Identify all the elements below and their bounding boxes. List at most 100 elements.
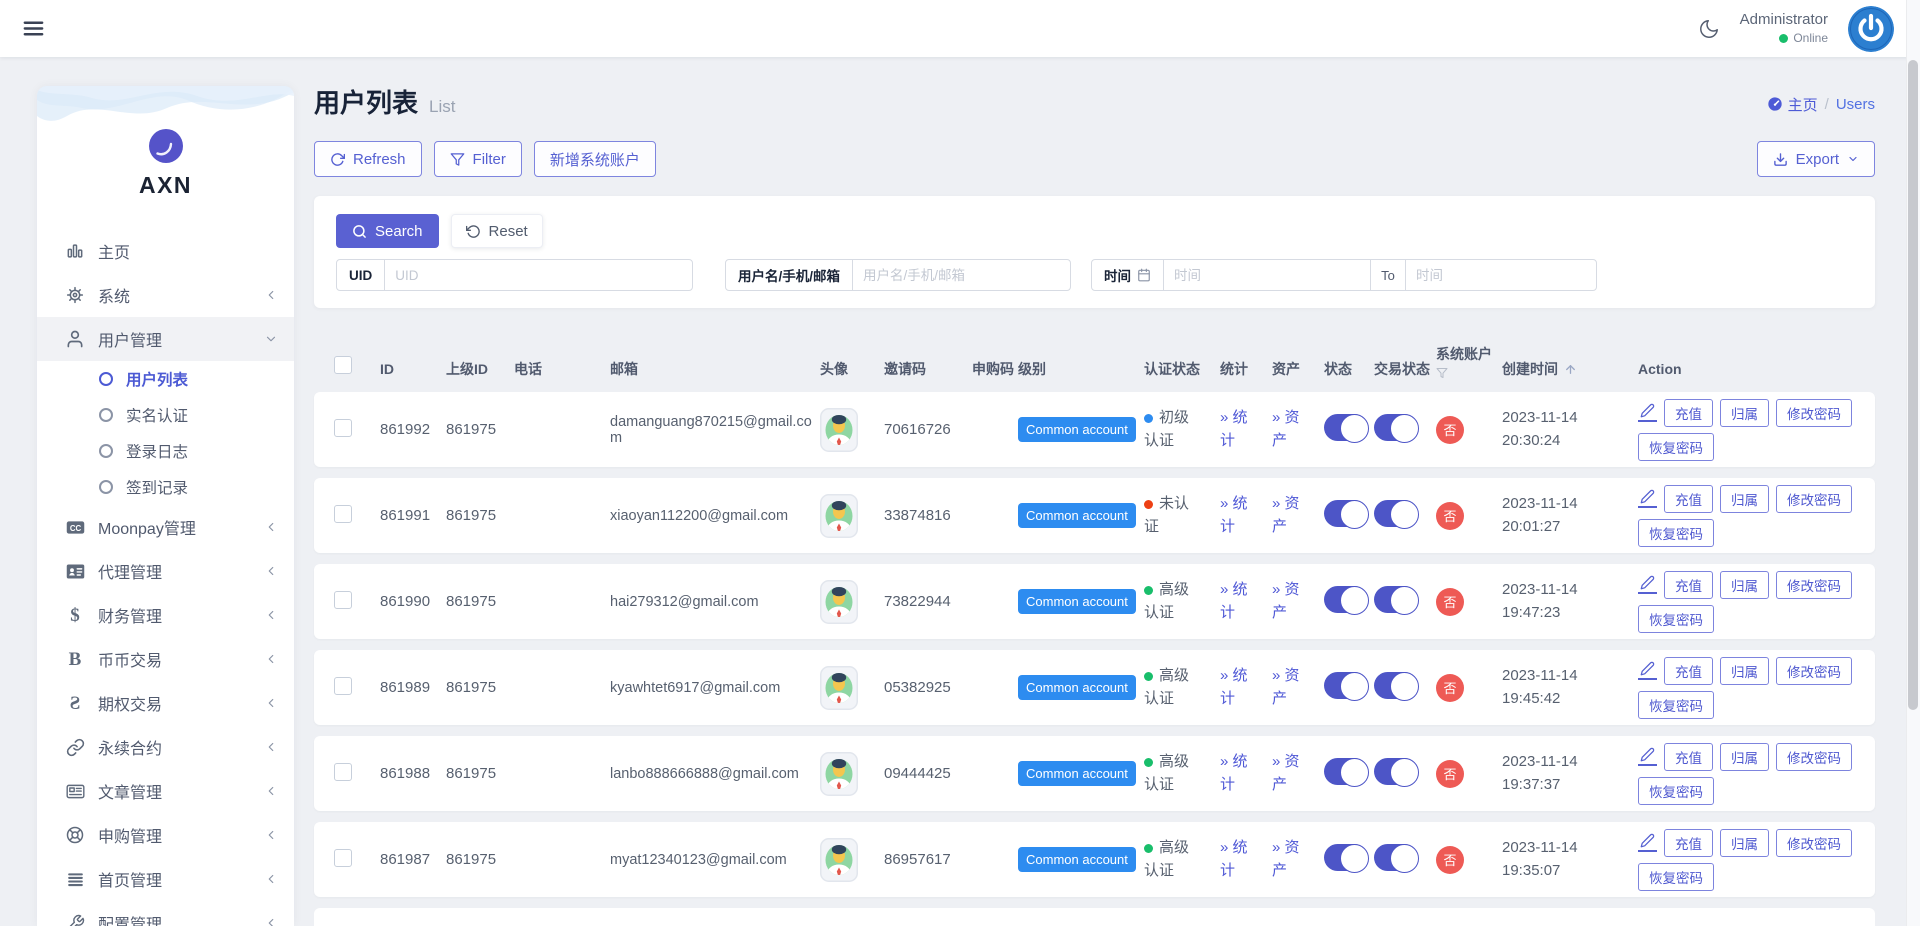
assets-link[interactable]: » 资产: [1272, 665, 1320, 710]
stats-link[interactable]: » 统计: [1220, 579, 1268, 624]
sidebar-item-perpetual[interactable]: 永续合约: [37, 725, 294, 769]
change-password-button[interactable]: 修改密码: [1776, 829, 1852, 857]
column-filter-icon[interactable]: [1436, 367, 1498, 379]
recharge-button[interactable]: 充值: [1664, 743, 1713, 771]
reset-button[interactable]: Reset: [451, 214, 543, 248]
stats-link[interactable]: » 统计: [1220, 837, 1268, 882]
uid-input[interactable]: [385, 260, 692, 290]
recharge-button[interactable]: 充值: [1664, 485, 1713, 513]
sidebar-item-option-trade[interactable]: Ƨ期权交易: [37, 681, 294, 725]
attribution-button[interactable]: 归属: [1720, 571, 1769, 599]
change-password-button[interactable]: 修改密码: [1776, 657, 1852, 685]
select-all-checkbox[interactable]: [334, 356, 352, 374]
change-password-button[interactable]: 修改密码: [1776, 399, 1852, 427]
sidebar-item-user-mgmt[interactable]: 用户管理: [37, 317, 294, 361]
edit-button[interactable]: [1638, 575, 1657, 594]
edit-button[interactable]: [1638, 661, 1657, 680]
sidebar-item-moonpay[interactable]: CCMoonpay管理: [37, 505, 294, 549]
status-toggle[interactable]: [1324, 500, 1368, 527]
recharge-button[interactable]: 充值: [1664, 829, 1713, 857]
restore-password-button[interactable]: 恢复密码: [1638, 433, 1714, 461]
assets-link[interactable]: » 资产: [1272, 579, 1320, 624]
sort-ascending-icon[interactable]: [1564, 363, 1577, 376]
restore-password-button[interactable]: 恢复密码: [1638, 777, 1714, 805]
trade-status-toggle[interactable]: [1374, 758, 1418, 785]
filter-button[interactable]: Filter: [434, 141, 522, 177]
column-header-sub: 申购码: [972, 360, 1018, 379]
assets-link[interactable]: » 资产: [1272, 407, 1320, 452]
sidebar-item-system[interactable]: 系统: [37, 273, 294, 317]
trade-status-toggle[interactable]: [1374, 414, 1418, 441]
status-toggle[interactable]: [1324, 414, 1368, 441]
breadcrumb-home-link[interactable]: 主页: [1767, 94, 1818, 115]
restore-password-button[interactable]: 恢复密码: [1638, 519, 1714, 547]
attribution-button[interactable]: 归属: [1720, 743, 1769, 771]
page-scrollbar-thumb[interactable]: [1908, 60, 1918, 710]
status-toggle[interactable]: [1324, 758, 1368, 785]
assets-link[interactable]: » 资产: [1272, 751, 1320, 796]
export-button[interactable]: Export: [1757, 141, 1875, 177]
sidebar-item-agent-mgmt[interactable]: 代理管理: [37, 549, 294, 593]
sidebar-item-spot-trade[interactable]: B币币交易: [37, 637, 294, 681]
change-password-button[interactable]: 修改密码: [1776, 743, 1852, 771]
recharge-button[interactable]: 充值: [1664, 399, 1713, 427]
status-toggle[interactable]: [1324, 844, 1368, 871]
row-checkbox[interactable]: [334, 763, 352, 781]
status-toggle[interactable]: [1324, 672, 1368, 699]
row-checkbox[interactable]: [334, 677, 352, 695]
edit-button[interactable]: [1638, 833, 1657, 852]
refresh-button[interactable]: Refresh: [314, 141, 422, 177]
restore-password-button[interactable]: 恢复密码: [1638, 691, 1714, 719]
username-phone-email-input[interactable]: [853, 260, 1070, 290]
user-avatar[interactable]: [1848, 6, 1894, 52]
time-from-input[interactable]: [1164, 260, 1370, 290]
menu-toggle-button[interactable]: [22, 17, 45, 40]
sidebar-subitem-login-log[interactable]: 登录日志: [37, 433, 294, 469]
recharge-button[interactable]: 充值: [1664, 571, 1713, 599]
row-checkbox[interactable]: [334, 505, 352, 523]
sidebar-item-subscribe-mgmt[interactable]: 申购管理: [37, 813, 294, 857]
restore-password-button[interactable]: 恢复密码: [1638, 605, 1714, 633]
sidebar-item-finance-mgmt[interactable]: $财务管理: [37, 593, 294, 637]
cell-actions: 充值归属修改密码恢复密码: [1638, 571, 1875, 633]
row-checkbox[interactable]: [334, 419, 352, 437]
status-toggle[interactable]: [1324, 586, 1368, 613]
row-checkbox[interactable]: [334, 849, 352, 867]
sidebar-item-home[interactable]: 主页: [37, 229, 294, 273]
stats-link[interactable]: » 统计: [1220, 407, 1268, 452]
trade-status-toggle[interactable]: [1374, 500, 1418, 527]
sidebar-subitem-user-list[interactable]: 用户列表: [37, 361, 294, 397]
attribution-button[interactable]: 归属: [1720, 657, 1769, 685]
assets-link[interactable]: » 资产: [1272, 493, 1320, 538]
search-button[interactable]: Search: [336, 214, 439, 248]
sidebar-item-article-mgmt[interactable]: 文章管理: [37, 769, 294, 813]
assets-link[interactable]: » 资产: [1272, 837, 1320, 882]
sidebar-subitem-checkin-record[interactable]: 签到记录: [37, 469, 294, 505]
attribution-button[interactable]: 归属: [1720, 399, 1769, 427]
recharge-button[interactable]: 充值: [1664, 657, 1713, 685]
stats-link[interactable]: » 统计: [1220, 665, 1268, 710]
trade-status-toggle[interactable]: [1374, 844, 1418, 871]
edit-button[interactable]: [1638, 403, 1657, 422]
change-password-button[interactable]: 修改密码: [1776, 485, 1852, 513]
sidebar-item-homepage-mgmt[interactable]: 首页管理: [37, 857, 294, 901]
stats-link[interactable]: » 统计: [1220, 751, 1268, 796]
dark-mode-toggle[interactable]: [1698, 18, 1720, 40]
page-scrollbar-track[interactable]: [1906, 0, 1920, 926]
change-password-button[interactable]: 修改密码: [1776, 571, 1852, 599]
breadcrumb-current[interactable]: Users: [1836, 96, 1875, 113]
sidebar-item-config-mgmt[interactable]: 配置管理: [37, 901, 294, 926]
restore-password-button[interactable]: 恢复密码: [1638, 863, 1714, 891]
add-system-account-button[interactable]: 新增系统账户: [534, 141, 656, 177]
edit-button[interactable]: [1638, 747, 1657, 766]
attribution-button[interactable]: 归属: [1720, 829, 1769, 857]
attribution-button[interactable]: 归属: [1720, 485, 1769, 513]
row-checkbox[interactable]: [334, 591, 352, 609]
subscribe-mgmt-icon: [63, 825, 87, 845]
edit-button[interactable]: [1638, 489, 1657, 508]
stats-link[interactable]: » 统计: [1220, 493, 1268, 538]
sidebar-subitem-real-name-auth[interactable]: 实名认证: [37, 397, 294, 433]
trade-status-toggle[interactable]: [1374, 586, 1418, 613]
time-to-input[interactable]: [1406, 260, 1596, 290]
trade-status-toggle[interactable]: [1374, 672, 1418, 699]
